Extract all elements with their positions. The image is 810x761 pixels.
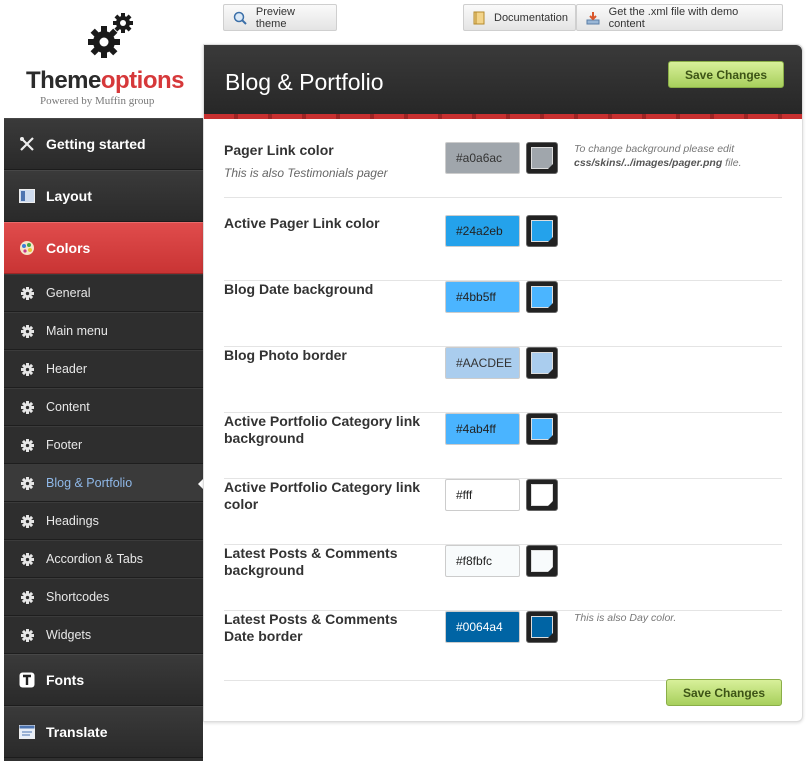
color-value-input[interactable]: #fff bbox=[445, 479, 520, 511]
setting-row: Latest Posts & Comments Date border #0064… bbox=[224, 611, 782, 681]
color-picker-button[interactable] bbox=[526, 142, 558, 174]
gear-icon bbox=[20, 514, 34, 528]
gear-icon bbox=[20, 438, 34, 452]
color-picker-button[interactable] bbox=[526, 545, 558, 577]
setting-hint: This is also Day color. bbox=[574, 612, 677, 624]
nav-sub-content[interactable]: Content bbox=[4, 388, 203, 426]
gear-icon bbox=[20, 324, 34, 338]
nav-sub-main-menu[interactable]: Main menu bbox=[4, 312, 203, 350]
picker-corner-icon bbox=[548, 164, 553, 169]
nav-getting-started[interactable]: Getting started bbox=[4, 118, 203, 170]
gear-icon bbox=[20, 286, 34, 300]
picker-corner-icon bbox=[548, 369, 553, 374]
translate-icon bbox=[18, 723, 36, 741]
save-changes-button-top[interactable]: Save Changes bbox=[668, 61, 784, 88]
color-value-input[interactable]: #24a2eb bbox=[445, 215, 520, 247]
nav-sub-widgets[interactable]: Widgets bbox=[4, 616, 203, 654]
color-value-input[interactable]: #4bb5ff bbox=[445, 281, 520, 313]
nav-fonts[interactable]: Fonts bbox=[4, 654, 203, 706]
picker-corner-icon bbox=[548, 237, 553, 242]
nav-layout[interactable]: Layout bbox=[4, 170, 203, 222]
nav-sub-accordion-tabs[interactable]: Accordion & Tabs bbox=[4, 540, 203, 578]
color-value-input[interactable]: #AACDEE bbox=[445, 347, 520, 379]
color-value-input[interactable]: #0064a4 bbox=[445, 611, 520, 643]
nav-colors[interactable]: Colors bbox=[4, 222, 203, 274]
nav-sub-general[interactable]: General bbox=[4, 274, 203, 312]
nav-sub-header[interactable]: Header bbox=[4, 350, 203, 388]
save-changes-button-bottom[interactable]: Save Changes bbox=[666, 679, 782, 706]
header-stripe bbox=[204, 114, 802, 119]
picker-corner-icon bbox=[548, 435, 553, 440]
setting-row: Active Portfolio Category link backgroun… bbox=[224, 413, 782, 479]
setting-label: Active Portfolio Category link backgroun… bbox=[224, 413, 421, 446]
color-picker-button[interactable] bbox=[526, 281, 558, 313]
color-picker-button[interactable] bbox=[526, 611, 558, 643]
sidebar: Getting started Layout Colors General Ma… bbox=[4, 118, 204, 761]
color-value-input[interactable]: #a0a6ac bbox=[445, 142, 520, 174]
nav-sub-shortcodes[interactable]: Shortcodes bbox=[4, 578, 203, 616]
documentation-button[interactable]: Documentation bbox=[463, 4, 576, 31]
gear-icon bbox=[20, 590, 34, 604]
download-icon bbox=[585, 10, 601, 26]
color-picker-button[interactable] bbox=[526, 413, 558, 445]
gear-icon bbox=[20, 362, 34, 376]
setting-row: Latest Posts & Comments background #f8fbf… bbox=[224, 545, 782, 611]
nav-sub-footer[interactable]: Footer bbox=[4, 426, 203, 464]
font-icon bbox=[18, 671, 36, 689]
picker-corner-icon bbox=[548, 567, 553, 572]
get-xml-button[interactable]: Get the .xml file with demo content bbox=[576, 4, 783, 31]
color-value-input[interactable]: #f8fbfc bbox=[445, 545, 520, 577]
theme-options-logo: Themeoptions Powered by Muffin group bbox=[4, 0, 203, 118]
setting-label: Active Portfolio Category link color bbox=[224, 479, 421, 512]
powered-by: Powered by Muffin group bbox=[40, 95, 155, 107]
layout-icon bbox=[18, 187, 36, 205]
color-picker-button[interactable] bbox=[526, 479, 558, 511]
setting-row: Active Pager Link color #24a2eb bbox=[224, 215, 782, 281]
gear-icon bbox=[20, 476, 34, 490]
book-icon bbox=[472, 10, 486, 26]
nav-translate[interactable]: Translate bbox=[4, 706, 203, 758]
setting-row: Blog Photo border #AACDEE bbox=[224, 347, 782, 413]
setting-hint: To change background please edit css/skin… bbox=[574, 143, 742, 169]
picker-corner-icon bbox=[548, 633, 553, 638]
page-title: Blog & Portfolio bbox=[225, 69, 384, 95]
brand-name: Themeoptions bbox=[26, 67, 185, 94]
magnifier-icon bbox=[232, 10, 248, 26]
color-value-input[interactable]: #4ab4ff bbox=[445, 413, 520, 445]
palette-icon bbox=[18, 239, 36, 257]
gear-icon bbox=[20, 400, 34, 414]
preview-theme-button[interactable]: Preview theme bbox=[223, 4, 337, 31]
setting-label: Blog Photo border bbox=[224, 347, 347, 363]
setting-row: Active Portfolio Category link color #fff bbox=[224, 479, 782, 545]
setting-label: Blog Date background bbox=[224, 281, 374, 297]
setting-label: Latest Posts & Comments background bbox=[224, 545, 398, 578]
color-picker-button[interactable] bbox=[526, 215, 558, 247]
picker-corner-icon bbox=[548, 501, 553, 506]
nav-sub-headings[interactable]: Headings bbox=[4, 502, 203, 540]
gear-icon bbox=[20, 552, 34, 566]
color-picker-button[interactable] bbox=[526, 347, 558, 379]
setting-row: Pager Link color This is also Testimonial… bbox=[224, 142, 782, 198]
gears-icon bbox=[88, 13, 133, 58]
tools-icon bbox=[18, 135, 36, 153]
gear-icon bbox=[20, 628, 34, 642]
setting-label: Pager Link color bbox=[224, 142, 334, 158]
settings-panel: Blog & Portfolio Save Changes Pager Link… bbox=[203, 44, 803, 722]
nav-sub-blog-portfolio[interactable]: Blog & Portfolio bbox=[4, 464, 204, 502]
picker-corner-icon bbox=[548, 303, 553, 308]
setting-sublabel: This is also Testimonials pager bbox=[224, 166, 388, 180]
setting-label: Active Pager Link color bbox=[224, 215, 380, 231]
setting-row: Blog Date background #4bb5ff bbox=[224, 281, 782, 347]
setting-label: Latest Posts & Comments Date border bbox=[224, 611, 398, 644]
